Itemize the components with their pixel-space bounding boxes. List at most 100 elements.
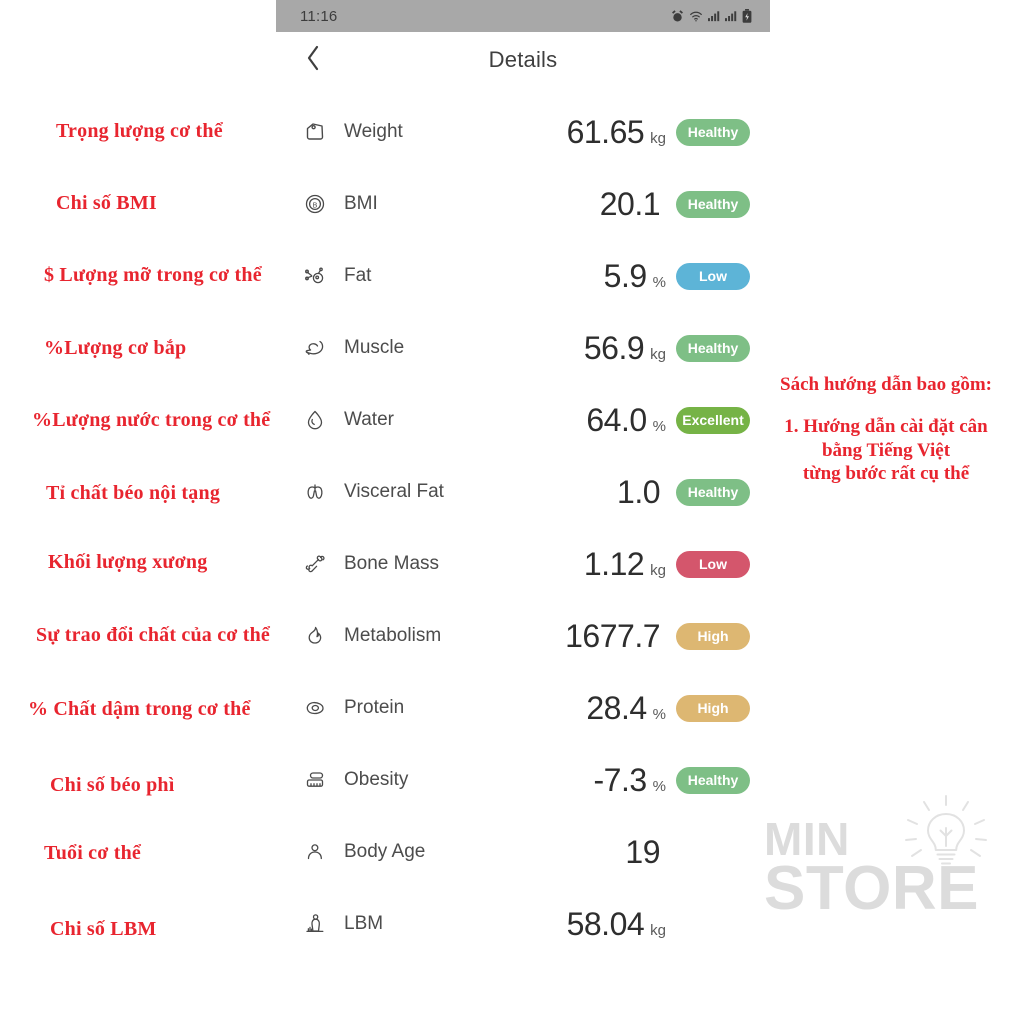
status-badge: Healthy [676,190,750,218]
metric-value: -7.3 [593,762,648,798]
alarm-icon [671,9,684,23]
metric-row-metabolism[interactable]: Metabolism 1677.7 High [276,600,770,672]
person-icon [298,840,332,864]
metric-value-group: 1.0 [494,476,674,508]
badge-slot: Low [674,550,770,578]
badge-slot: High [674,622,770,650]
metric-row-weight[interactable]: Weight 61.65 kg Healthy [276,96,770,168]
svg-text:B: B [313,202,318,209]
status-badge: Healthy [676,334,750,362]
badge-slot: Healthy [674,118,770,146]
badge-slot: Healthy [674,766,770,794]
watermark-line-2: STORE [764,854,979,924]
annotation-water: %Lượng nước trong cơ thể [32,409,271,431]
metric-value-group: 56.9 kg [494,332,674,364]
metric-row-muscle[interactable]: Muscle 56.9 kg Healthy [276,312,770,384]
metric-row-protein[interactable]: Protein 28.4 % High [276,672,770,744]
scale-icon [298,120,332,144]
fat-icon [298,264,332,288]
metric-value-group: 5.9 % [494,260,674,292]
metric-value: 5.9 [603,258,647,294]
status-bar-time: 11:16 [300,7,338,25]
metric-unit: % [652,778,666,795]
metric-unit: kg [650,346,666,363]
metric-label: Muscle [344,337,405,358]
metric-row-visceral-fat[interactable]: Visceral Fat 1.0 Healthy [276,456,770,528]
right-annotation-line-2: bằng Tiếng Việt [821,439,951,461]
watermark: MIN STORE [764,816,979,924]
status-badge: Excellent [676,406,750,434]
status-badge: Low [676,262,750,290]
annotation-bmi: Chi số BMI [56,192,157,214]
visceral-fat-icon [298,480,332,504]
metrics-list: Weight 61.65 kg Healthy B BMI 20.1 Healt… [276,96,770,960]
status-badge: Healthy [676,766,750,794]
signal-icon [708,10,720,22]
metric-value-group: 1.12 kg [494,548,674,580]
screenshot-root: 11:16 Details Weight 61.65 kg Healthy B … [0,0,1024,1024]
tape-icon [298,768,332,792]
metric-unit: % [652,706,666,723]
metric-value-group: 28.4 % [494,692,674,724]
metric-value-group: 61.65 kg [494,116,674,148]
metric-label: Protein [344,697,405,718]
metric-unit: kg [650,922,666,939]
metric-label: Fat [344,265,372,286]
flame-icon [298,624,332,648]
badge-slot: Healthy [674,334,770,362]
phone-screenshot-panel: 11:16 Details Weight 61.65 kg Healthy B … [276,0,770,960]
metric-row-bone-mass[interactable]: Bone Mass 1.12 kg Low [276,528,770,600]
annotation-visceral-fat: Tỉ chất béo nội tạng [46,482,221,504]
metric-value-group: 1677.7 [494,620,674,652]
metric-label: Water [344,409,394,430]
metric-label: BMI [344,193,378,214]
metric-row-bmi[interactable]: B BMI 20.1 Healthy [276,168,770,240]
metric-row-obesity[interactable]: Obesity -7.3 % Healthy [276,744,770,816]
metric-row-water[interactable]: Water 64.0 % Excellent [276,384,770,456]
annotation-protein: % Chất dậm trong cơ thể [28,698,251,720]
metric-label: Visceral Fat [344,481,444,502]
status-badge: Low [676,550,750,578]
water-drop-icon [298,408,332,432]
metric-unit: kg [650,130,666,147]
metric-value: 61.65 [566,114,645,150]
metric-value-group: 64.0 % [494,404,674,436]
back-button[interactable] [298,45,328,75]
right-annotation-line-1: 1. Hướng dẫn cài đặt cân [784,415,988,437]
metric-value: 28.4 [586,690,647,726]
wifi-icon [689,10,703,23]
status-badge: High [676,694,750,722]
metric-value-group: -7.3 % [494,764,674,796]
metric-unit: % [652,418,666,435]
metric-label: Weight [344,121,403,142]
right-annotation-line-3: từng bước rất cụ thể [802,463,970,485]
metric-row-body-age[interactable]: Body Age 19 [276,816,770,888]
annotation-weight: Trọng lượng cơ thể [56,120,223,142]
metric-label: Obesity [344,769,409,790]
metric-label: Metabolism [344,625,442,646]
muscle-icon [298,336,332,360]
metric-value-group: 20.1 [494,188,674,220]
metric-value: 1.0 [617,474,660,510]
metric-row-fat[interactable]: Fat 5.9 % Low [276,240,770,312]
annotation-body-age: Tuổi cơ thể [44,842,141,864]
metric-unit: kg [650,562,666,579]
status-badge: Healthy [676,478,750,506]
annotation-muscle: %Lượng cơ bắp [44,337,187,359]
metric-label: Bone Mass [344,553,440,574]
battery-icon [742,9,752,23]
metric-label: Body Age [344,841,426,862]
annotation-bone-mass: Khối lượng xương [48,551,208,573]
metric-row-lbm[interactable]: LBM 58.04 kg [276,888,770,960]
annotation-obesity: Chi số béo phì [50,774,175,796]
page-title: Details [488,47,558,72]
metric-value: 1677.7 [565,618,660,654]
annotation-metabolism: Sự trao đổi chất của cơ thể [36,624,271,646]
metric-unit: % [652,274,666,291]
status-badge: High [676,622,750,650]
metric-value: 20.1 [599,186,661,222]
lbm-icon [298,912,332,936]
badge-slot: Healthy [674,190,770,218]
status-badge: Healthy [676,118,750,146]
